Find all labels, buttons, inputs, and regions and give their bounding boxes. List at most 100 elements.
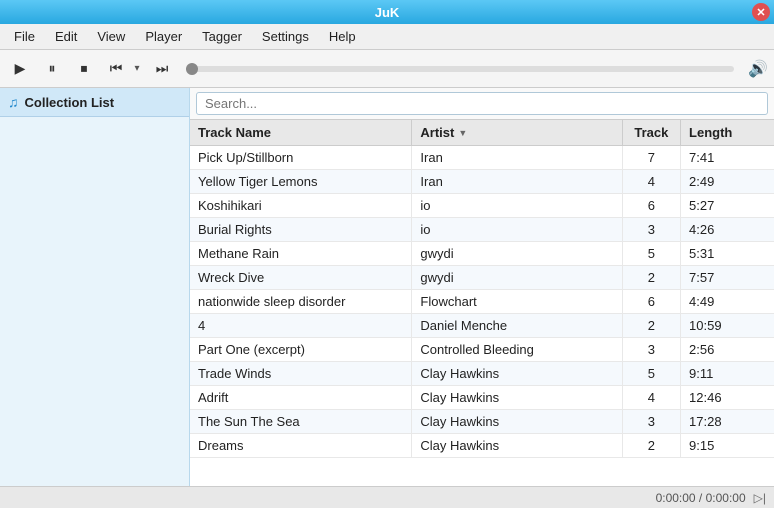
cell-artist: Clay Hawkins	[412, 434, 622, 458]
stop-button[interactable]: ⏹	[70, 55, 98, 83]
search-bar	[190, 88, 774, 120]
cell-track: 6	[622, 194, 680, 218]
cell-length: 7:57	[681, 266, 774, 290]
cell-artist: Controlled Bleeding	[412, 338, 622, 362]
cell-artist: io	[412, 218, 622, 242]
pause-button[interactable]: ⏸	[38, 55, 66, 83]
title-bar: JuK ✕	[0, 0, 774, 24]
cell-length: 10:59	[681, 314, 774, 338]
menu-file[interactable]: File	[4, 27, 45, 46]
track-tbody: Pick Up/StillbornIran77:41Yellow Tiger L…	[190, 146, 774, 458]
cell-length: 2:56	[681, 338, 774, 362]
cell-track-name: Burial Rights	[190, 218, 412, 242]
table-row[interactable]: Part One (excerpt)Controlled Bleeding32:…	[190, 338, 774, 362]
table-row[interactable]: Burial Rightsio34:26	[190, 218, 774, 242]
header-track[interactable]: Track	[622, 120, 680, 146]
cell-length: 17:28	[681, 410, 774, 434]
cell-track: 5	[622, 242, 680, 266]
cell-artist: Iran	[412, 170, 622, 194]
cell-track: 2	[622, 266, 680, 290]
search-input[interactable]	[196, 92, 768, 115]
menu-view[interactable]: View	[87, 27, 135, 46]
header-artist[interactable]: Artist ▼	[412, 120, 622, 146]
menu-player[interactable]: Player	[135, 27, 192, 46]
status-bar: 0:00:00 / 0:00:00 ▷|	[0, 486, 774, 508]
table-row[interactable]: 4Daniel Menche210:59	[190, 314, 774, 338]
app-title: JuK	[375, 5, 400, 20]
cell-track: 3	[622, 410, 680, 434]
track-panel: Track Name Artist ▼ Track Length	[190, 88, 774, 486]
table-row[interactable]: AdriftClay Hawkins412:46	[190, 386, 774, 410]
cell-track: 5	[622, 362, 680, 386]
cell-track-name: Adrift	[190, 386, 412, 410]
status-arrow[interactable]: ▷|	[754, 491, 766, 505]
table-row[interactable]: Methane Raingwydi55:31	[190, 242, 774, 266]
main-content: ♫ Collection List Track Name Artis	[0, 88, 774, 486]
table-row[interactable]: Trade WindsClay Hawkins59:11	[190, 362, 774, 386]
table-row[interactable]: Wreck Divegwydi27:57	[190, 266, 774, 290]
cell-track: 4	[622, 170, 680, 194]
collection-list-header: ♫ Collection List	[0, 88, 189, 117]
table-row[interactable]: Yellow Tiger LemonsIran42:49	[190, 170, 774, 194]
cell-track: 3	[622, 218, 680, 242]
menu-settings[interactable]: Settings	[252, 27, 319, 46]
cell-length: 4:49	[681, 290, 774, 314]
cell-artist: Clay Hawkins	[412, 410, 622, 434]
cell-track-name: Methane Rain	[190, 242, 412, 266]
cell-track-name: Part One (excerpt)	[190, 338, 412, 362]
sidebar: ♫ Collection List	[0, 88, 190, 486]
cell-track: 3	[622, 338, 680, 362]
close-button[interactable]: ✕	[752, 3, 770, 21]
cell-artist: gwydi	[412, 242, 622, 266]
cell-length: 5:31	[681, 242, 774, 266]
status-time: 0:00:00 / 0:00:00	[8, 491, 746, 505]
cell-track-name: Trade Winds	[190, 362, 412, 386]
cell-track: 6	[622, 290, 680, 314]
transport-bar: ▶ ⏸ ⏹ ⏮ ▾ ⏭ 🔊	[0, 50, 774, 88]
cell-track: 2	[622, 314, 680, 338]
cell-length: 9:11	[681, 362, 774, 386]
seek-slider[interactable]	[186, 66, 734, 72]
cell-track-name: Koshihikari	[190, 194, 412, 218]
prev-chevron[interactable]: ▾	[130, 55, 144, 83]
cell-track-name: Dreams	[190, 434, 412, 458]
volume-icon[interactable]: 🔊	[748, 59, 768, 79]
cell-artist: Clay Hawkins	[412, 386, 622, 410]
menu-help[interactable]: Help	[319, 27, 366, 46]
cell-track-name: Yellow Tiger Lemons	[190, 170, 412, 194]
table-row[interactable]: DreamsClay Hawkins29:15	[190, 434, 774, 458]
menu-bar: File Edit View Player Tagger Settings He…	[0, 24, 774, 50]
cell-track-name: 4	[190, 314, 412, 338]
menu-edit[interactable]: Edit	[45, 27, 87, 46]
cell-length: 12:46	[681, 386, 774, 410]
cell-length: 5:27	[681, 194, 774, 218]
cell-artist: Iran	[412, 146, 622, 170]
cell-length: 9:15	[681, 434, 774, 458]
table-row[interactable]: nationwide sleep disorderFlowchart64:49	[190, 290, 774, 314]
table-row[interactable]: The Sun The SeaClay Hawkins317:28	[190, 410, 774, 434]
table-row[interactable]: Koshihikariio65:27	[190, 194, 774, 218]
cell-artist: Flowchart	[412, 290, 622, 314]
table-header-row: Track Name Artist ▼ Track Length	[190, 120, 774, 146]
cell-track: 2	[622, 434, 680, 458]
prev-button[interactable]: ⏮	[102, 55, 130, 83]
table-row[interactable]: Pick Up/StillbornIran77:41	[190, 146, 774, 170]
cell-track: 4	[622, 386, 680, 410]
cell-artist: Daniel Menche	[412, 314, 622, 338]
cell-track-name: Wreck Dive	[190, 266, 412, 290]
cell-track-name: The Sun The Sea	[190, 410, 412, 434]
play-button[interactable]: ▶	[6, 55, 34, 83]
cell-track-name: nationwide sleep disorder	[190, 290, 412, 314]
header-length[interactable]: Length	[681, 120, 774, 146]
cell-artist: Clay Hawkins	[412, 362, 622, 386]
header-track-name[interactable]: Track Name	[190, 120, 412, 146]
cell-track: 7	[622, 146, 680, 170]
cell-track-name: Pick Up/Stillborn	[190, 146, 412, 170]
cell-length: 7:41	[681, 146, 774, 170]
menu-tagger[interactable]: Tagger	[192, 27, 252, 46]
next-button[interactable]: ⏭	[148, 55, 176, 83]
collection-list-label: Collection List	[25, 95, 115, 110]
track-table: Track Name Artist ▼ Track Length	[190, 120, 774, 486]
cell-length: 4:26	[681, 218, 774, 242]
music-icon: ♫	[8, 94, 19, 110]
